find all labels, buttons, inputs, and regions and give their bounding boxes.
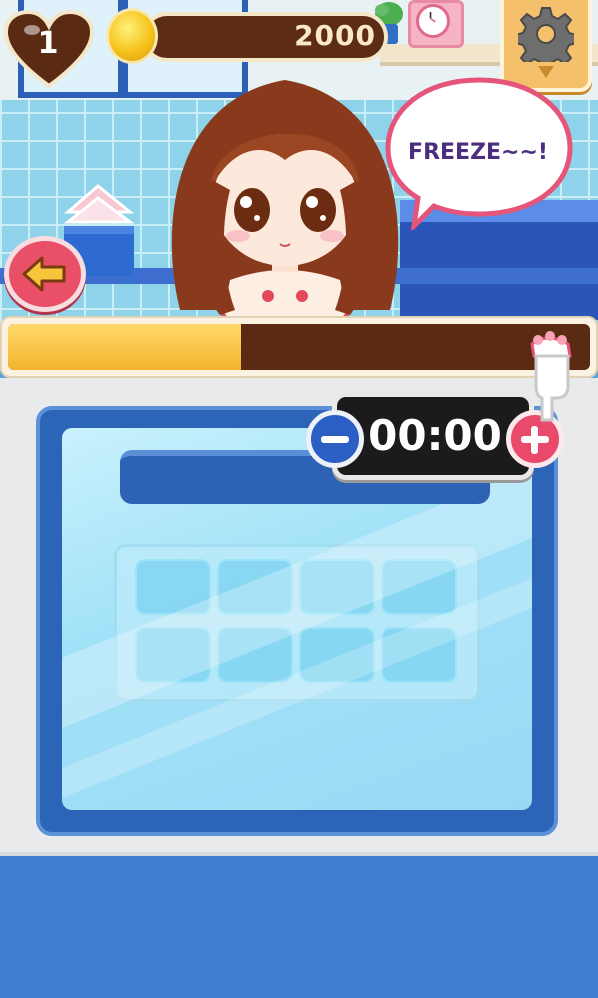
timer-minus-button[interactable] xyxy=(306,410,364,468)
coin-count: 2000 xyxy=(294,19,376,52)
minus-icon xyxy=(321,436,349,443)
progress-fill xyxy=(8,324,241,370)
back-arrow-icon xyxy=(22,256,66,292)
speech-text: FREEZE~~! xyxy=(408,140,548,165)
lives-count: 1 xyxy=(37,26,59,61)
gear-icon xyxy=(518,7,574,62)
freezer-base xyxy=(0,856,598,998)
timer-text: 00:00 xyxy=(368,411,502,460)
chef-girl-character xyxy=(171,80,399,330)
plus-icon-vertical xyxy=(531,426,538,454)
tap-hint-hand-icon xyxy=(530,331,572,422)
clock-icon xyxy=(416,4,450,38)
